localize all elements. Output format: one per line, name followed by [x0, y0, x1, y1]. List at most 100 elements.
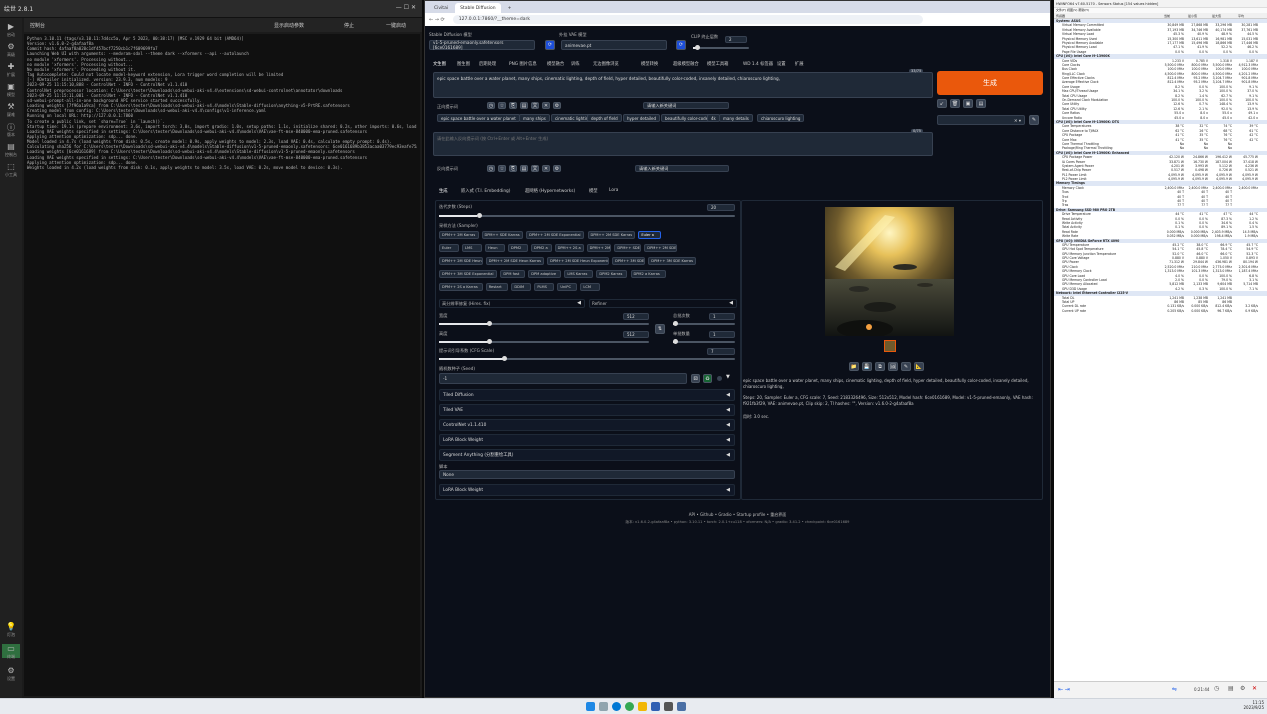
styles-select[interactable]: ✕ ▾	[937, 115, 1025, 125]
sampler-option[interactable]: LMS Karras	[564, 270, 594, 278]
neg-favorite-icon[interactable]: ☆	[498, 165, 506, 172]
sub-tab[interactable]: 生成	[439, 188, 448, 194]
seed-input[interactable]: -1	[439, 373, 687, 384]
sampler-option[interactable]: DDIM	[511, 283, 532, 291]
clear-icon[interactable]: ✕	[542, 102, 550, 109]
translate-icon[interactable]: 文	[531, 102, 539, 109]
hwinfo-column-header[interactable]: 最小值	[1188, 14, 1197, 18]
steps-input[interactable]: 20	[707, 204, 735, 211]
sampler-option[interactable]: DPM++ 2M	[586, 244, 612, 252]
main-tab[interactable]: 图生图	[457, 61, 470, 67]
sampler-option[interactable]: DPM2 a	[531, 244, 552, 252]
new-tab-button[interactable]: +	[503, 3, 517, 13]
sampler-option[interactable]: DPM++ 2S a Karras	[439, 283, 483, 291]
main-tab[interactable]: 超级模型融合	[673, 61, 699, 67]
settings-icon[interactable]: ⚙	[553, 102, 561, 109]
checkpoint-select[interactable]: v1-5-pruned-emaonly.safetensors [6ce0161…	[429, 40, 535, 50]
explorer-icon[interactable]	[638, 702, 647, 711]
main-tab[interactable]: 无边图像浏览	[593, 61, 619, 67]
recycle-icon[interactable]: ♻	[703, 374, 712, 383]
sampler-option[interactable]: DPM++ 2M SDE Heun Exponential	[547, 257, 610, 265]
sampler-option[interactable]: DPM++ 2S a	[554, 244, 584, 252]
sampler-option[interactable]: DPM++ 3M SDE Karras	[648, 257, 697, 265]
prompt-tag[interactable]: epic space battle over a water planet	[437, 114, 520, 122]
lora-block-weight-2-accordion[interactable]: LoRA Block Weight ◀	[439, 484, 735, 496]
hwinfo-column-header[interactable]: 平均	[1238, 14, 1244, 18]
save-style-icon[interactable]: ▤	[976, 99, 986, 108]
settings-icon[interactable]: ⚙	[1240, 685, 1245, 692]
prompt-tag[interactable]: many ships	[519, 114, 550, 122]
batch-size-slider[interactable]	[673, 339, 735, 344]
tiled-diffusion-accordion[interactable]: Tiled Diffusion ◀	[439, 389, 735, 401]
sampler-option[interactable]: Restart	[485, 283, 509, 291]
hwinfo-column-header[interactable]: 最大值	[1212, 14, 1221, 18]
main-tab[interactable]: 文生图	[433, 61, 446, 67]
clock[interactable]: 11:15 2023/9/25	[1236, 700, 1264, 710]
prompt-tag[interactable]: depth of field	[587, 114, 622, 122]
seed-extra-arrow-icon[interactable]: ▼	[726, 374, 730, 380]
extra-seed-checkbox[interactable]	[717, 376, 722, 381]
sampler-option[interactable]: Euler a	[638, 231, 662, 239]
footer-link[interactable]: Gradio	[718, 512, 731, 517]
copy-icon[interactable]: ⎘	[509, 102, 517, 109]
network-icon[interactable]: ⇋	[1172, 686, 1177, 693]
sampler-option[interactable]: Euler	[439, 244, 459, 252]
hires-fix-accordion[interactable]: 高分辨率修复 (Hires. fix) ◀	[439, 299, 585, 308]
batch-count-slider[interactable]	[673, 321, 735, 326]
apply-style-icon[interactable]: ✎	[1029, 115, 1039, 125]
paste-icon[interactable]: ▤	[520, 102, 528, 109]
main-tab[interactable]: WD 1.4 标签器	[743, 61, 773, 67]
sampler-option[interactable]: DPM++ 2M SDE Karras	[587, 231, 636, 239]
batch-size-input[interactable]: 1	[709, 331, 735, 338]
main-tab[interactable]: 模型转换	[641, 61, 658, 67]
clock-icon[interactable]: ◷	[1214, 685, 1219, 692]
browser-tab-sd[interactable]: Stable Diffusion	[455, 3, 501, 13]
footer-link[interactable]: Github	[700, 512, 713, 517]
read-params-icon[interactable]: ↙	[937, 99, 947, 108]
edge-icon[interactable]	[612, 702, 621, 711]
main-tab[interactable]: 训练	[571, 61, 580, 67]
script-select[interactable]: None	[439, 470, 735, 479]
neg-clear-icon[interactable]: ✕	[542, 165, 550, 172]
width-input[interactable]: 512	[623, 313, 649, 320]
sub-tab[interactable]: 嵌入式 (T.I. Embedding)	[461, 188, 510, 194]
hwinfo-icon[interactable]	[664, 702, 673, 711]
footer-link[interactable]: 重启界面	[770, 512, 786, 517]
open-folder-icon[interactable]: 📁	[849, 362, 859, 371]
neg-translate-icon[interactable]: 文	[531, 165, 539, 172]
sampler-option[interactable]: UniPC	[557, 283, 578, 291]
vae-refresh-icon[interactable]: ⟳	[676, 40, 686, 50]
prompt-tag[interactable]: hyper detailed	[623, 114, 661, 122]
generated-image[interactable]	[825, 207, 954, 336]
main-tab[interactable]: PNG 图片信息	[509, 61, 537, 67]
start-icon[interactable]	[586, 702, 595, 711]
clip-input[interactable]: 2	[725, 36, 747, 43]
sampler-option[interactable]: DPM++ SDE	[614, 244, 642, 252]
clip-slider[interactable]	[693, 45, 749, 50]
close-icon[interactable]: ✕	[1252, 685, 1257, 692]
controlnet-accordion[interactable]: ControlNet v1.1.410 ◀	[439, 419, 735, 431]
sub-tab[interactable]: Lora	[609, 188, 618, 193]
prompt-tag[interactable]: chiaroscuro lighting	[757, 114, 805, 122]
sampler-option[interactable]: LMS	[462, 244, 482, 252]
sampler-option[interactable]: DPM++ 2M Karras	[439, 231, 479, 239]
hwinfo-column-header[interactable]: 传感器	[1056, 14, 1065, 18]
neg-paste-icon[interactable]: ▤	[520, 165, 528, 172]
sampler-option[interactable]: DPM++ SDE Karras	[481, 231, 524, 239]
neg-settings-icon[interactable]: ⚙	[553, 165, 561, 172]
main-tab[interactable]: 模型融合	[547, 61, 564, 67]
tiled-vae-accordion[interactable]: Tiled VAE ◀	[439, 404, 735, 416]
sampler-option[interactable]: DPM2 Karras	[596, 270, 628, 278]
neg-history-icon[interactable]: ◷	[487, 165, 495, 172]
neg-keyword-input[interactable]: 请输入新关键词	[635, 165, 729, 172]
steps-slider[interactable]	[439, 213, 735, 218]
send-to-inpaint-icon[interactable]: ✎	[901, 362, 911, 371]
main-tab[interactable]: 模型工具箱	[707, 61, 728, 67]
report-icon[interactable]: ▤	[1228, 685, 1234, 692]
height-input[interactable]: 512	[623, 331, 649, 338]
prompt-tag[interactable]: many details	[719, 114, 753, 122]
send-to-extras-icon[interactable]: 📐	[914, 362, 924, 371]
thumbnail[interactable]	[884, 340, 896, 352]
zip-icon[interactable]: ⧉	[875, 362, 885, 371]
main-tab[interactable]: 后期处理	[479, 61, 496, 67]
